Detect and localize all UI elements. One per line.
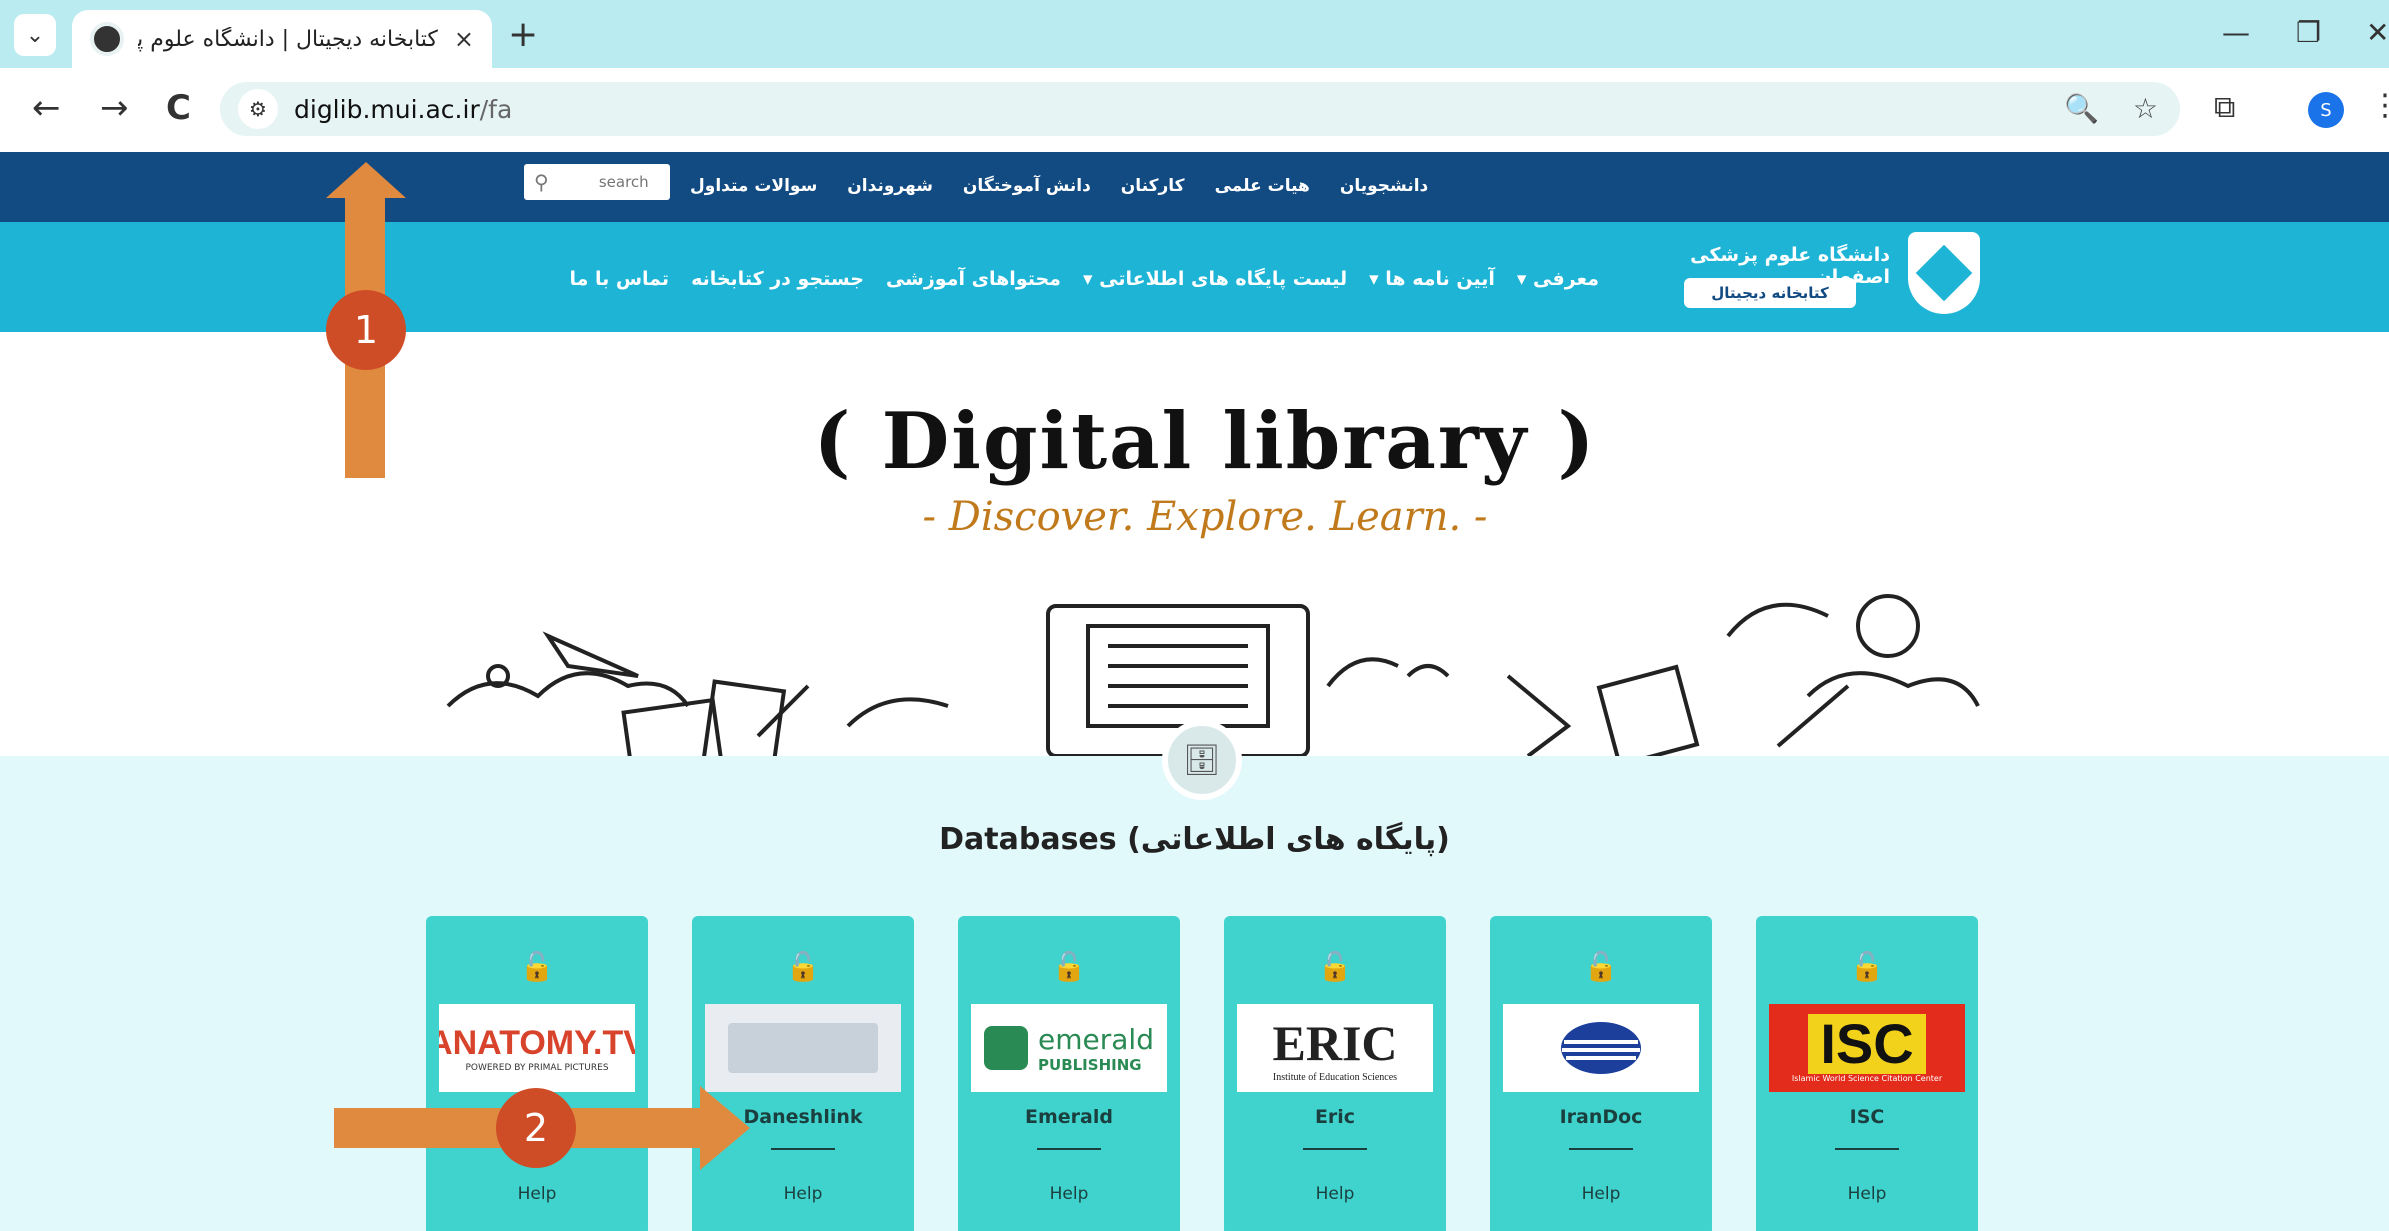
hero-subtitle: - Discover. Explore. Learn. - <box>922 494 1488 540</box>
daneshlink-logo <box>705 1004 901 1092</box>
hero-title: ( Digital library ) <box>813 396 1597 487</box>
db-card-name: IranDoc <box>1559 1106 1643 1128</box>
card-divider <box>1303 1148 1367 1150</box>
top-link-alumni[interactable]: دانش آموختگان <box>963 176 1091 196</box>
annotation-badge-2: 2 <box>496 1088 576 1168</box>
nav-menu: معرفی ▾ آیین نامه ها ▾ لیست پایگاه های ا… <box>569 268 1599 290</box>
nav-item-contact[interactable]: تماس با ما <box>569 268 669 290</box>
unlock-icon: 🔓 <box>1849 950 1885 983</box>
help-link[interactable]: Help <box>692 1184 914 1204</box>
tab-title: کتابخانه دیجیتال | دانشگاه علوم پزشکی <box>138 26 438 52</box>
card-divider <box>771 1148 835 1150</box>
db-card-emerald[interactable]: 🔓 emerald PUBLISHING Emerald Help <box>958 916 1180 1231</box>
browser-menu-icon[interactable]: ⋮ <box>2370 88 2389 123</box>
help-link[interactable]: Help <box>426 1184 648 1204</box>
tab-list-button[interactable]: ⌄ <box>14 14 56 56</box>
browser-toolbar: ← → C ⚙ diglib.mui.ac.ir/fa 🔍 ☆ ⧉ S ⋮ <box>0 68 2389 152</box>
irandoc-globe-icon <box>1561 1022 1641 1074</box>
annotation-arrow-right-head <box>700 1086 750 1170</box>
top-link-citizens[interactable]: شهروندان <box>847 176 933 196</box>
db-card-name: ISC <box>1849 1106 1885 1128</box>
annotation-badge-1: 1 <box>326 290 406 370</box>
emerald-logo: emerald PUBLISHING <box>971 1004 1167 1092</box>
top-link-faq[interactable]: سوالات متداول <box>690 176 817 196</box>
restore-button[interactable]: ❐ <box>2296 16 2321 49</box>
site-search[interactable]: ⚲ <box>524 164 670 200</box>
hero-banner: ( Digital library ) - Discover. Explore.… <box>428 346 1982 756</box>
close-window-button[interactable]: ✕ <box>2366 16 2389 49</box>
search-input[interactable] <box>548 173 649 191</box>
top-link-staff[interactable]: کارکنان <box>1121 176 1185 196</box>
db-card-irandoc[interactable]: 🔓 IranDoc Help <box>1490 916 1712 1231</box>
bookmark-star-icon[interactable]: ☆ <box>2133 92 2158 125</box>
new-tab-button[interactable]: + <box>508 14 538 55</box>
help-link[interactable]: Help <box>1756 1184 1978 1204</box>
chevron-down-icon: ⌄ <box>25 22 45 48</box>
top-links: سوالات متداول شهروندان دانش آموختگان کار… <box>690 176 1428 196</box>
university-logo-icon[interactable] <box>1908 232 1980 314</box>
nav-item-databases-list[interactable]: لیست پایگاه های اطلاعاتی ▾ <box>1083 268 1347 290</box>
unlock-icon: 🔓 <box>1051 950 1087 983</box>
url-host: diglib.mui.ac.ir <box>294 94 480 124</box>
zoom-icon[interactable]: 🔍 <box>2064 92 2099 125</box>
irandoc-logo <box>1503 1004 1699 1092</box>
help-link[interactable]: Help <box>958 1184 1180 1204</box>
search-icon: ⚲ <box>534 170 549 194</box>
library-badge: کتابخانه دیجیتال <box>1684 278 1856 308</box>
unlock-icon: 🔓 <box>519 950 555 983</box>
unlock-icon: 🔓 <box>1317 950 1353 983</box>
nav-item-intro[interactable]: معرفی ▾ <box>1517 268 1599 290</box>
url-path: /fa <box>479 94 513 124</box>
top-link-students[interactable]: دانشجویان <box>1340 176 1428 196</box>
minimize-button[interactable]: — <box>2222 16 2250 49</box>
db-card-anatomy-tv[interactable]: 🔓 ANATOMY.TV POWERED BY PRIMAL PICTURES … <box>426 916 648 1231</box>
card-divider <box>1569 1148 1633 1150</box>
back-button[interactable]: ← <box>32 88 61 128</box>
site-favicon-icon <box>90 22 124 56</box>
card-divider <box>1037 1148 1101 1150</box>
annotation-arrow-up-head <box>326 162 406 198</box>
address-bar[interactable]: ⚙ diglib.mui.ac.ir/fa 🔍 ☆ <box>220 82 2180 136</box>
nav-item-regulations[interactable]: آیین نامه ها ▾ <box>1369 268 1495 290</box>
db-card-daneshlink[interactable]: 🔓 Daneshlink Help <box>692 916 914 1231</box>
profile-avatar[interactable]: S <box>2308 92 2344 128</box>
browser-tabstrip: ⌄ کتابخانه دیجیتال | دانشگاه علوم پزشکی … <box>0 0 2389 68</box>
top-link-faculty[interactable]: هیات علمی <box>1215 176 1310 196</box>
nav-item-educational-content[interactable]: محتواهای آموزشی <box>886 268 1061 290</box>
unlock-icon: 🔓 <box>1583 950 1619 983</box>
extensions-icon[interactable]: ⧉ <box>2214 90 2235 125</box>
database-icon: 🗄 <box>1162 720 1242 800</box>
unlock-icon: 🔓 <box>785 950 821 983</box>
forward-button[interactable]: → <box>100 88 129 128</box>
db-card-name: Eric <box>1314 1106 1356 1128</box>
help-link[interactable]: Help <box>1490 1184 1712 1204</box>
help-link[interactable]: Help <box>1224 1184 1446 1204</box>
card-divider <box>1835 1148 1899 1150</box>
tab-close-icon[interactable]: × <box>454 25 474 53</box>
db-card-name: Emerald <box>1025 1106 1113 1128</box>
databases-section: 🗄 Databases (پایگاه های اطلاعاتی) 🔓 ANAT… <box>0 720 2389 1231</box>
databases-title: Databases (پایگاه های اطلاعاتی) <box>939 822 1450 857</box>
isc-logo: ISC Islamic World Science Citation Cente… <box>1769 1004 1965 1092</box>
nav-item-library-search[interactable]: جستجو در کتابخانه <box>691 268 864 290</box>
anatomy-tv-logo: ANATOMY.TV POWERED BY PRIMAL PICTURES <box>439 1004 635 1092</box>
db-card-isc[interactable]: 🔓 ISC Islamic World Science Citation Cen… <box>1756 916 1978 1231</box>
site-info-icon[interactable]: ⚙ <box>238 89 278 129</box>
eric-logo: ERIC Institute of Education Sciences <box>1237 1004 1433 1092</box>
db-card-eric[interactable]: 🔓 ERIC Institute of Education Sciences E… <box>1224 916 1446 1231</box>
browser-tab[interactable]: کتابخانه دیجیتال | دانشگاه علوم پزشکی × <box>72 10 492 68</box>
reload-button[interactable]: C <box>166 88 191 128</box>
